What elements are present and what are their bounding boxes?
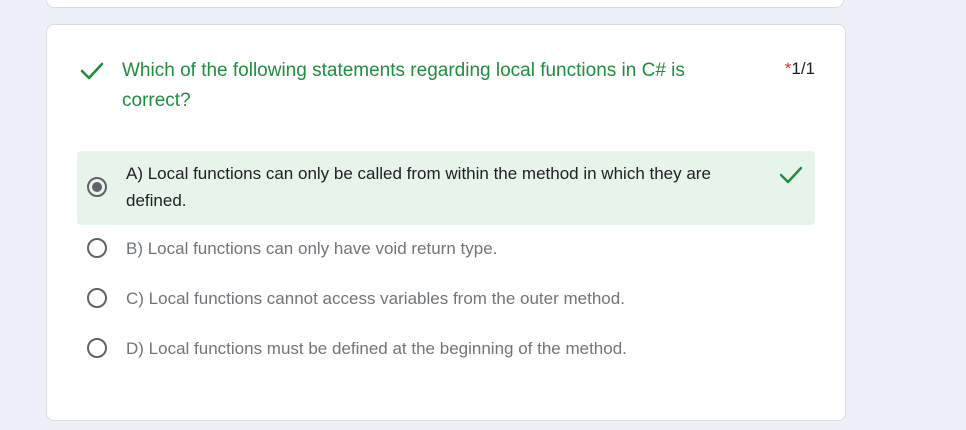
form-page: Which of the following statements regard… (0, 0, 966, 430)
radio-button-c[interactable] (87, 288, 107, 308)
radio-button-d[interactable] (87, 338, 107, 358)
option-b[interactable]: B) Local functions can only have void re… (77, 235, 815, 265)
radio-button-a[interactable] (87, 177, 107, 197)
check-icon (779, 166, 803, 184)
option-label-b: B) Local functions can only have void re… (126, 239, 498, 258)
question-title: Which of the following statements regard… (122, 60, 685, 111)
option-a[interactable]: A) Local functions can only be called fr… (77, 151, 815, 225)
previous-question-card (46, 0, 844, 8)
option-label-d: D) Local functions must be defined at th… (126, 339, 627, 358)
option-c[interactable]: C) Local functions cannot access variabl… (77, 285, 815, 315)
option-label-a: A) Local functions can only be called fr… (126, 164, 711, 210)
option-d[interactable]: D) Local functions must be defined at th… (77, 335, 815, 365)
radio-button-b[interactable] (87, 238, 107, 258)
question-card: Which of the following statements regard… (46, 24, 846, 421)
check-icon (80, 62, 104, 80)
score-value: 1/1 (791, 59, 815, 78)
score-label: *1/1 (785, 59, 815, 79)
radio-dot (92, 182, 102, 192)
option-label-c: C) Local functions cannot access variabl… (126, 289, 625, 308)
